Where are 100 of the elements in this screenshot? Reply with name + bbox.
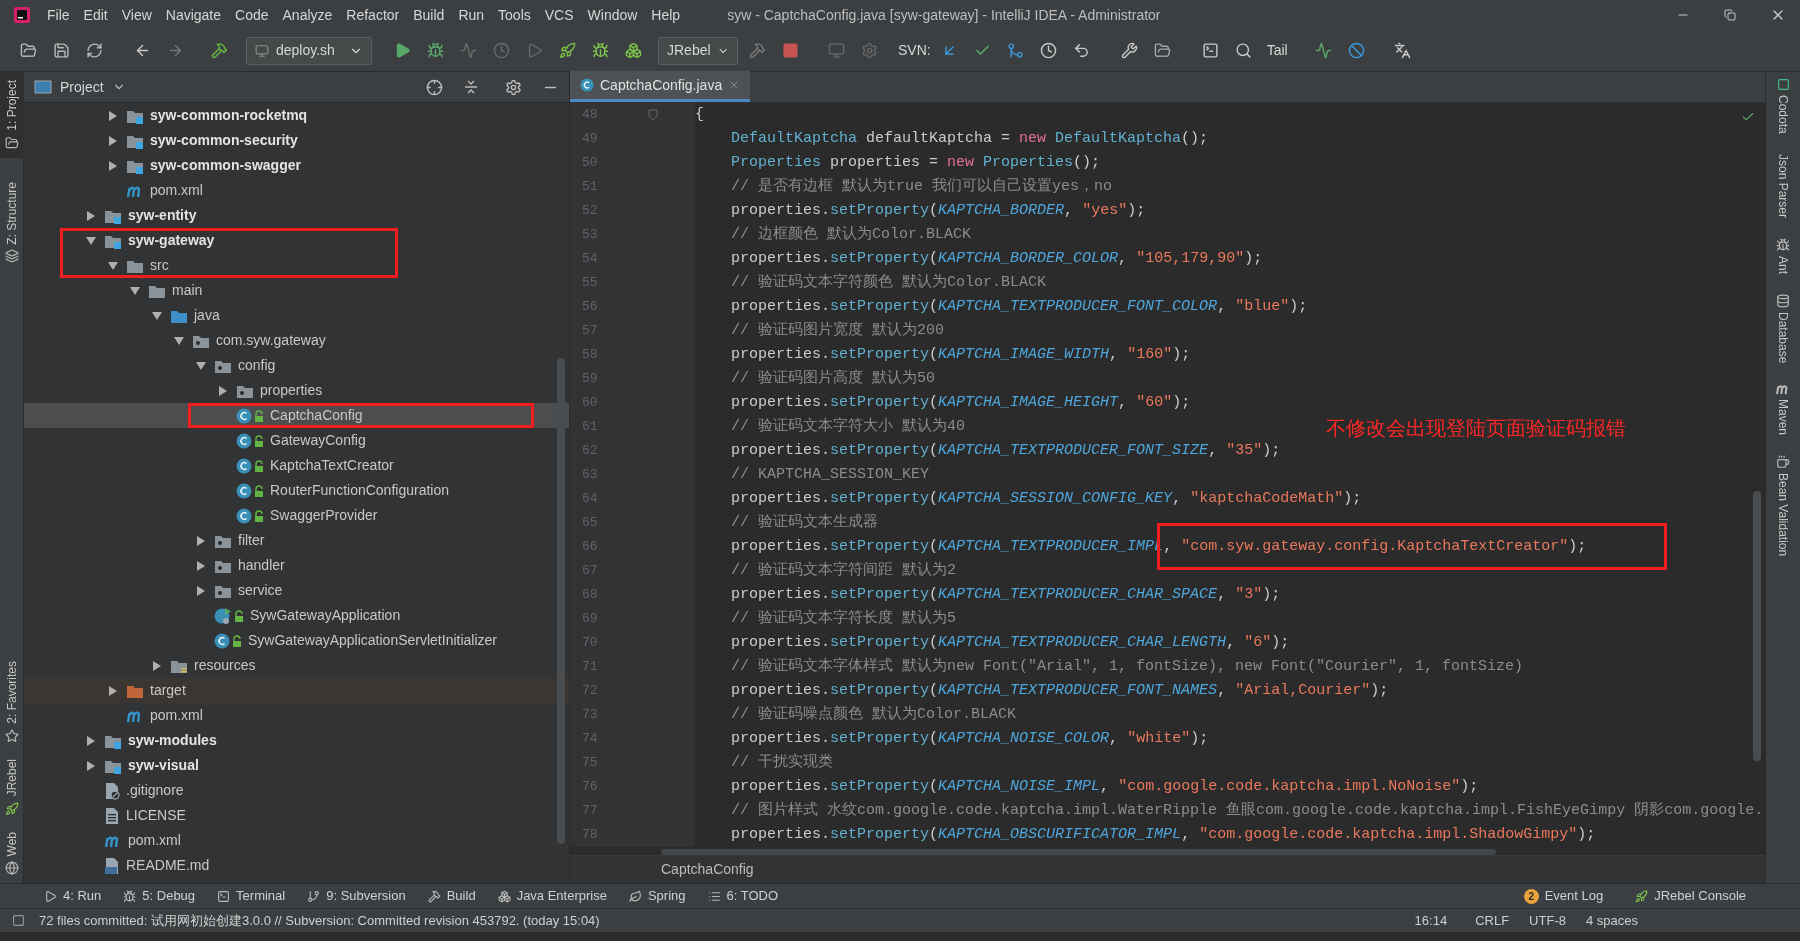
- expand-arrow-icon[interactable]: [108, 135, 118, 146]
- collapse-arrow-icon[interactable]: [86, 235, 96, 246]
- tree-item[interactable]: SywGatewayApplication: [24, 603, 569, 628]
- tree-item[interactable]: syw-common-rocketmq: [24, 103, 569, 128]
- horizontal-scrollbar-thumb[interactable]: [661, 849, 1496, 855]
- menu-item[interactable]: Analyze: [275, 4, 340, 26]
- tool-window-button[interactable]: JRebel Console: [1635, 886, 1746, 906]
- maximize-icon[interactable]: [1724, 9, 1736, 21]
- menu-item[interactable]: VCS: [537, 4, 581, 26]
- file-encoding[interactable]: UTF-8: [1529, 910, 1566, 931]
- tree-item[interactable]: LICENSE: [24, 803, 569, 828]
- breadcrumb[interactable]: CaptchaConfig: [661, 859, 754, 880]
- tree-item[interactable]: SwaggerProvider: [24, 503, 569, 528]
- tree-item[interactable]: syw-visual: [24, 753, 569, 778]
- tool-window-button[interactable]: 9: Subversion: [307, 886, 406, 906]
- editor-tab[interactable]: CaptchaConfig.java: [570, 71, 751, 102]
- tree-item[interactable]: properties: [24, 378, 569, 403]
- tree-item[interactable]: SywGatewayApplicationServletInitializer: [24, 628, 569, 653]
- tree-item[interactable]: src: [24, 253, 569, 278]
- expand-arrow-icon[interactable]: [86, 760, 96, 771]
- expand-arrow-icon[interactable]: [218, 385, 228, 396]
- menu-item[interactable]: Refactor: [339, 4, 407, 26]
- tool-window-button[interactable]: 6: TODO: [707, 886, 779, 906]
- scrollbar-thumb[interactable]: [557, 358, 565, 844]
- tree-item[interactable]: java: [24, 303, 569, 328]
- tree-item[interactable]: target: [24, 678, 569, 703]
- tree-item[interactable]: GatewayConfig: [24, 428, 569, 453]
- fold-marker-icon[interactable]: [648, 109, 658, 121]
- tree-item[interactable]: syw-entity: [24, 203, 569, 228]
- menu-item[interactable]: Window: [580, 4, 645, 26]
- tree-item[interactable]: filter: [24, 528, 569, 553]
- menu-item[interactable]: Run: [451, 4, 492, 26]
- tree-item[interactable]: pom.xml: [24, 703, 569, 728]
- tool-window-tab[interactable]: 2: Favorites: [0, 653, 24, 752]
- tool-window-tab[interactable]: Bean Validation: [1774, 455, 1792, 557]
- expand-arrow-icon[interactable]: [86, 735, 96, 746]
- menu-item[interactable]: Navigate: [158, 4, 229, 26]
- tree-item[interactable]: pom.xml: [24, 178, 569, 203]
- panel-title[interactable]: Project: [60, 76, 104, 98]
- expand-arrow-icon[interactable]: [152, 660, 162, 671]
- tree-item[interactable]: KaptchaTextCreator: [24, 453, 569, 478]
- tool-window-tab[interactable]: 1: Project: [0, 72, 24, 158]
- collapse-arrow-icon[interactable]: [108, 260, 118, 271]
- tree-item[interactable]: README.md: [24, 853, 569, 878]
- menu-item[interactable]: Edit: [76, 4, 115, 26]
- tool-window-button[interactable]: Terminal: [217, 886, 286, 906]
- tool-window-tab[interactable]: JRebel: [0, 751, 24, 824]
- expand-arrow-icon[interactable]: [108, 110, 118, 121]
- tool-window-button[interactable]: 4: Run: [44, 886, 102, 906]
- tool-window-tab[interactable]: Json Parser: [1774, 153, 1792, 218]
- tree-item[interactable]: syw-modules: [24, 728, 569, 753]
- collapse-arrow-icon[interactable]: [152, 310, 162, 321]
- line-separator[interactable]: CRLF: [1475, 910, 1510, 931]
- tool-window-tab[interactable]: Z: Structure: [0, 173, 24, 272]
- tool-window-tab[interactable]: Ant: [1774, 237, 1792, 274]
- tree-item[interactable]: syw-gateway: [24, 228, 569, 253]
- tool-window-button[interactable]: 5: Debug: [123, 886, 196, 906]
- tree-item[interactable]: syw-common-security: [24, 128, 569, 153]
- expand-arrow-icon[interactable]: [196, 535, 206, 546]
- menu-item[interactable]: Help: [644, 4, 688, 26]
- menu-item[interactable]: Code: [228, 4, 276, 26]
- run-config-dropdown[interactable]: deploy.sh: [246, 36, 372, 65]
- tool-window-button[interactable]: Java Enterprise: [497, 886, 607, 906]
- cursor-position[interactable]: 16:14: [1414, 910, 1448, 931]
- expand-arrow-icon[interactable]: [108, 685, 118, 696]
- tree-item[interactable]: syw-common-swagger: [24, 153, 569, 178]
- collapse-arrow-icon[interactable]: [174, 335, 184, 346]
- tail-button[interactable]: Tail: [1262, 40, 1292, 61]
- tool-windows-icon[interactable]: [12, 914, 25, 927]
- tool-window-tab[interactable]: Web: [0, 823, 24, 883]
- tool-window-tab[interactable]: Maven: [1774, 383, 1792, 436]
- collapse-arrow-icon[interactable]: [196, 360, 206, 371]
- menu-item[interactable]: Tools: [491, 4, 538, 26]
- expand-arrow-icon[interactable]: [86, 210, 96, 221]
- tree-item[interactable]: config: [24, 353, 569, 378]
- expand-arrow-icon[interactable]: [196, 560, 206, 571]
- tool-window-button[interactable]: 2 Event Log: [1523, 886, 1604, 906]
- tree-item[interactable]: resources: [24, 653, 569, 678]
- tree-item[interactable]: RouterFunctionConfiguration: [24, 478, 569, 503]
- collapse-all-icon[interactable]: [463, 79, 479, 95]
- expand-arrow-icon[interactable]: [196, 585, 206, 596]
- tool-window-tab[interactable]: Codota: [1774, 78, 1792, 134]
- indent-setting[interactable]: 4 spaces: [1585, 910, 1638, 931]
- tree-item[interactable]: .gitignore: [24, 778, 569, 803]
- menu-item[interactable]: View: [114, 4, 159, 26]
- menu-item[interactable]: Build: [406, 4, 452, 26]
- locate-icon[interactable]: [426, 78, 443, 96]
- tree-item[interactable]: main: [24, 278, 569, 303]
- tool-window-tab[interactable]: Database: [1774, 293, 1792, 364]
- settings-icon[interactable]: [505, 78, 522, 96]
- menu-item[interactable]: File: [40, 4, 77, 26]
- tree-item[interactable]: service: [24, 578, 569, 603]
- tree-item[interactable]: handler: [24, 553, 569, 578]
- tool-window-button[interactable]: Build: [427, 886, 476, 906]
- collapse-arrow-icon[interactable]: [130, 285, 140, 296]
- jrebel-dropdown[interactable]: JRebel: [658, 36, 738, 65]
- scrollbar-thumb[interactable]: [1753, 491, 1761, 761]
- tree-item[interactable]: com.syw.gateway: [24, 328, 569, 353]
- tool-window-button[interactable]: Spring: [628, 886, 686, 906]
- expand-arrow-icon[interactable]: [108, 160, 118, 171]
